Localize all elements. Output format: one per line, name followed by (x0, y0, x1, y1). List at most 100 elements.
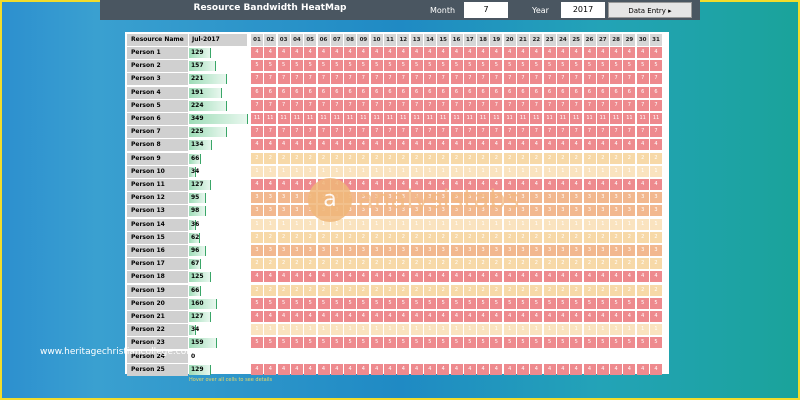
heat-cell[interactable]: 4 (610, 363, 623, 375)
heat-cell[interactable]: 7 (384, 73, 396, 85)
heat-cell[interactable]: 3 (490, 245, 503, 256)
heat-cell[interactable] (330, 350, 343, 362)
heat-cell[interactable]: 4 (463, 47, 476, 58)
heat-cell[interactable]: 1 (650, 324, 662, 336)
heat-cell[interactable]: 2 (317, 284, 330, 296)
heat-cell[interactable]: 7 (596, 73, 609, 85)
heat-cell[interactable]: 4 (330, 363, 343, 375)
heat-cell[interactable]: 2 (410, 284, 423, 296)
heat-cell[interactable]: 4 (477, 271, 490, 283)
heat-cell[interactable]: 7 (517, 99, 529, 111)
heat-cell[interactable]: 2 (330, 258, 343, 270)
heat-cell[interactable]: 4 (556, 179, 569, 190)
heat-cell[interactable]: 7 (477, 126, 490, 138)
heat-cell[interactable]: 5 (277, 60, 290, 72)
heat-cell[interactable]: 11 (503, 113, 516, 124)
heat-cell[interactable]: 4 (264, 363, 277, 375)
heat-cell[interactable]: 2 (636, 152, 649, 164)
heat-cell[interactable]: 2 (357, 284, 370, 296)
heat-cell[interactable]: 7 (650, 99, 662, 111)
heat-cell[interactable]: 5 (317, 337, 330, 349)
heat-cell[interactable]: 2 (277, 258, 290, 270)
heat-cell[interactable]: 4 (503, 363, 516, 375)
heat-cell[interactable]: 4 (423, 139, 436, 151)
heat-cell[interactable]: 7 (610, 73, 623, 85)
heat-cell[interactable]: 7 (423, 126, 436, 138)
heat-cell[interactable] (610, 350, 623, 362)
heat-cell[interactable]: 3 (277, 205, 290, 217)
heat-cell[interactable]: 1 (370, 165, 383, 177)
heat-cell[interactable]: 1 (570, 324, 583, 336)
heat-cell[interactable]: 2 (317, 258, 330, 270)
heat-cell[interactable]: 7 (330, 99, 343, 111)
heat-cell[interactable]: 11 (290, 113, 303, 124)
heat-cell[interactable]: 2 (423, 284, 436, 296)
heat-cell[interactable]: 5 (530, 297, 543, 309)
heat-cell[interactable]: 4 (437, 363, 450, 375)
heat-cell[interactable]: 2 (277, 284, 290, 296)
heat-cell[interactable]: 2 (463, 231, 476, 243)
heat-cell[interactable]: 2 (530, 284, 543, 296)
heat-cell[interactable]: 7 (610, 99, 623, 111)
heat-cell[interactable]: 6 (636, 86, 649, 98)
heat-cell[interactable]: 2 (317, 231, 330, 243)
heat-cell[interactable]: 7 (397, 126, 410, 138)
heat-cell[interactable] (517, 350, 529, 362)
heat-cell[interactable]: 2 (437, 284, 450, 296)
heat-cell[interactable]: 7 (357, 126, 370, 138)
heat-cell[interactable]: 11 (423, 113, 436, 124)
heat-cell[interactable]: 5 (543, 297, 556, 309)
heat-cell[interactable]: 5 (530, 337, 543, 349)
heat-cell[interactable]: 2 (570, 284, 583, 296)
heat-cell[interactable]: 7 (357, 73, 370, 85)
heat-cell[interactable]: 7 (636, 73, 649, 85)
heat-cell[interactable]: 7 (423, 73, 436, 85)
heat-cell[interactable]: 4 (290, 179, 303, 190)
heat-cell[interactable]: 4 (251, 311, 263, 322)
heat-cell[interactable]: 4 (490, 47, 503, 58)
heat-cell[interactable]: 7 (543, 73, 556, 85)
heat-cell[interactable]: 7 (610, 126, 623, 138)
heat-cell[interactable] (650, 350, 662, 362)
heat-cell[interactable]: 1 (304, 165, 317, 177)
heat-cell[interactable]: 6 (530, 86, 543, 98)
heat-cell[interactable]: 7 (543, 99, 556, 111)
heat-cell[interactable]: 4 (623, 179, 636, 190)
heat-cell[interactable]: 1 (410, 165, 423, 177)
heat-cell[interactable]: 3 (556, 245, 569, 256)
heat-cell[interactable]: 5 (277, 337, 290, 349)
heat-cell[interactable]: 2 (477, 231, 490, 243)
heat-cell[interactable]: 2 (304, 152, 317, 164)
heat-cell[interactable]: 3 (623, 205, 636, 217)
heat-cell[interactable]: 4 (277, 311, 290, 322)
heat-cell[interactable]: 4 (610, 311, 623, 322)
heat-cell[interactable]: 1 (556, 324, 569, 336)
heat-cell[interactable]: 4 (277, 179, 290, 190)
heat-cell[interactable]: 2 (317, 152, 330, 164)
heat-cell[interactable]: 3 (543, 205, 556, 217)
heat-cell[interactable]: 4 (450, 271, 463, 283)
heat-cell[interactable]: 4 (463, 311, 476, 322)
heat-cell[interactable]: 2 (610, 152, 623, 164)
heat-cell[interactable]: 1 (384, 165, 396, 177)
heat-cell[interactable]: 2 (543, 284, 556, 296)
heat-cell[interactable]: 7 (317, 73, 330, 85)
heat-cell[interactable]: 7 (330, 126, 343, 138)
heat-cell[interactable]: 4 (290, 271, 303, 283)
heat-cell[interactable] (317, 350, 330, 362)
heat-cell[interactable]: 4 (264, 179, 277, 190)
heat-cell[interactable]: 2 (344, 152, 357, 164)
heat-cell[interactable]: 4 (623, 47, 636, 58)
heat-cell[interactable]: 5 (477, 337, 490, 349)
heat-cell[interactable]: 7 (556, 126, 569, 138)
heat-cell[interactable]: 4 (636, 271, 649, 283)
heat-cell[interactable]: 3 (583, 192, 596, 204)
heat-cell[interactable]: 4 (304, 47, 317, 58)
heat-cell[interactable]: 2 (344, 284, 357, 296)
heat-cell[interactable]: 3 (610, 205, 623, 217)
heat-cell[interactable]: 4 (384, 271, 396, 283)
heat-cell[interactable]: 4 (437, 139, 450, 151)
heat-cell[interactable]: 4 (304, 271, 317, 283)
heat-cell[interactable]: 1 (423, 165, 436, 177)
heat-cell[interactable]: 4 (397, 139, 410, 151)
